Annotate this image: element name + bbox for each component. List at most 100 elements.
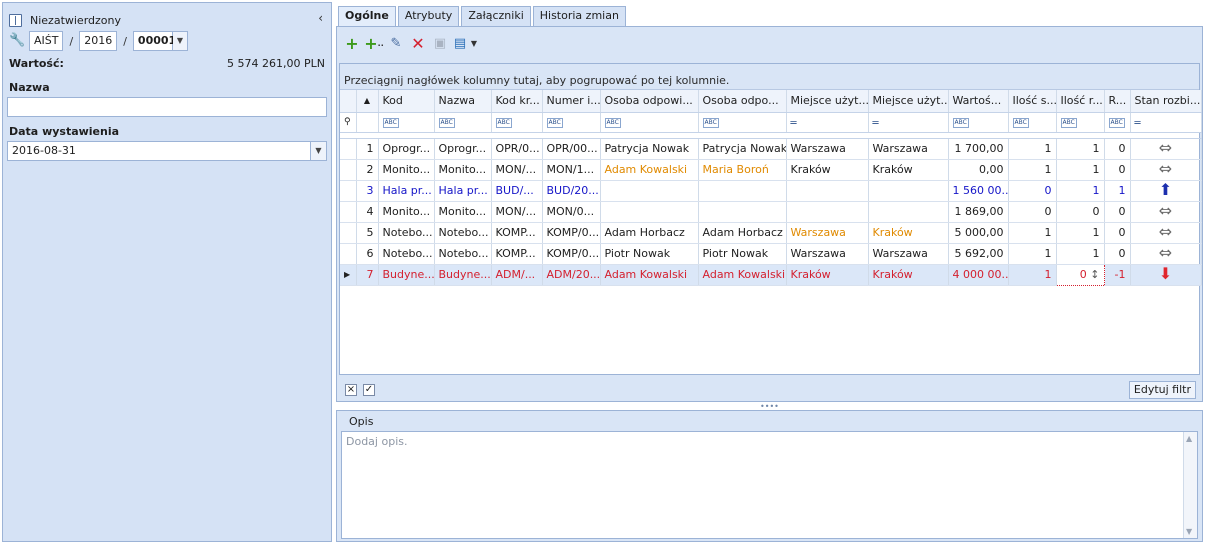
table-cell: ⇔: [1130, 138, 1202, 160]
edit-filter-button[interactable]: Edytuj filtr: [1128, 381, 1196, 399]
table-cell: KOMP/0...: [542, 222, 601, 244]
scroll-down-icon[interactable]: ▼: [1186, 527, 1192, 536]
text-filter-icon: ABC: [546, 117, 563, 128]
tab-general[interactable]: Ogólne: [338, 6, 396, 27]
group-hint: Przeciągnij nagłówek kolumny tutaj, aby …: [340, 64, 1199, 90]
filter-cell[interactable]: ABC: [1056, 112, 1105, 133]
row-indicator: ▶: [340, 264, 357, 286]
status-row: Niezatwierdzony: [9, 11, 121, 29]
filter-cell[interactable]: ABC: [698, 112, 787, 133]
col-osoba1[interactable]: Osoba odpowi...: [600, 90, 699, 113]
table-cell: 4: [356, 201, 379, 223]
add-multiple-icon[interactable]: +..: [363, 33, 385, 53]
filter-cell[interactable]: ABC: [434, 112, 492, 133]
double-arrow-icon: ⇔: [1158, 243, 1173, 262]
doc-number-field[interactable]: 00001: [132, 31, 176, 51]
sort-header[interactable]: ▲: [356, 90, 379, 113]
wrench-icon[interactable]: 🔧: [9, 33, 25, 49]
filter-cell[interactable]: ABC: [1008, 112, 1057, 133]
table-cell: ⇔: [1130, 159, 1202, 181]
clear-filter-icon[interactable]: ×: [345, 384, 357, 396]
table-cell: 1: [1008, 264, 1057, 286]
table-cell: Warszawa: [786, 222, 869, 244]
table-cell: Warszawa: [868, 243, 949, 265]
chevron-down-icon[interactable]: ▼: [172, 31, 188, 51]
col-ilosc-r[interactable]: Ilość r...: [1056, 90, 1105, 113]
filter-cell[interactable]: ABC: [948, 112, 1009, 133]
tab-history[interactable]: Historia zmian: [532, 6, 626, 26]
tab-attributes[interactable]: Atrybuty: [397, 6, 460, 26]
document-icon: [9, 13, 22, 27]
table-cell: Notebo...: [434, 243, 492, 265]
table-cell: Monito...: [434, 201, 492, 223]
delete-icon[interactable]: ✕: [407, 33, 429, 53]
value-label: Wartość:: [9, 57, 64, 70]
table-cell: OPR/0...: [491, 138, 543, 160]
table-cell: 0: [1104, 222, 1131, 244]
filter-cell[interactable]: ═: [1130, 112, 1202, 133]
date-label: Data wystawienia: [9, 125, 120, 138]
col-numer[interactable]: Numer i...: [542, 90, 601, 113]
filter-cell[interactable]: ABC: [491, 112, 543, 133]
name-input[interactable]: [7, 97, 327, 117]
items-table: ▲ Kod Nazwa Kod kr... Numer i... Osoba o…: [340, 90, 1202, 286]
col-stan[interactable]: Stan rozbi...: [1130, 90, 1202, 113]
table-cell: Piotr Nowak: [600, 243, 699, 265]
row-indicator-header: [340, 90, 357, 113]
collapse-panel-button[interactable]: ‹: [318, 11, 323, 25]
table-row[interactable]: ▶ 7 Budyne... Budyne... ADM/... ADM/20... Adam…: [340, 263, 1202, 286]
table-cell: 1: [1056, 138, 1105, 160]
add-icon[interactable]: +: [341, 33, 363, 53]
table-cell: Notebo...: [378, 222, 435, 244]
table-cell: 7: [356, 264, 379, 286]
col-nazwa[interactable]: Nazwa: [434, 90, 492, 113]
table-row[interactable]: 3 Hala pr... Hala pr... BUD/... BUD/20... 1 5…: [340, 180, 1202, 202]
scroll-up-icon[interactable]: ▲: [1186, 434, 1192, 443]
filter-row: ⚲ ABC ABC ABC ABC ABC ABC ═ ═ ABC ABC ABC ABC ═: [340, 112, 1202, 133]
col-wartosc[interactable]: Wartoś...: [948, 90, 1009, 113]
table-row[interactable]: 2 Monito... Monito... MON/... MON/1... Adam K…: [340, 159, 1202, 181]
chevron-down-icon[interactable]: ▼: [310, 142, 326, 160]
col-kod[interactable]: Kod: [378, 90, 435, 113]
table-cell: ⬇: [1130, 264, 1202, 286]
table-cell: Warszawa: [786, 138, 869, 160]
filter-cell[interactable]: ABC: [378, 112, 435, 133]
filter-cell[interactable]: ═: [786, 112, 869, 133]
filter-cell[interactable]: ABC: [600, 112, 699, 133]
date-input[interactable]: 2016-08-31 ▼: [7, 141, 327, 161]
quantity-stepper[interactable]: 0 ↕: [1055, 263, 1105, 286]
table-cell: Notebo...: [378, 243, 435, 265]
spin-icon[interactable]: ↕: [1087, 268, 1099, 281]
table-row[interactable]: 5 Notebo... Notebo... KOMP... KOMP/0... Adam …: [340, 222, 1202, 244]
general-tab-content: + +.. ✎ ✕ ▣ ▤ ▼ Przeciągnij nagłówek kol…: [336, 26, 1203, 402]
row-indicator: [340, 180, 357, 202]
table-row[interactable]: 1 Oprogr... Oprogr... OPR/0... OPR/00... Patr…: [340, 138, 1202, 160]
col-ilosc-s[interactable]: Ilość s...: [1008, 90, 1057, 113]
table-row[interactable]: 6 Notebo... Notebo... KOMP... KOMP/0... Piotr…: [340, 243, 1202, 265]
table-cell: OPR/00...: [542, 138, 601, 160]
col-r[interactable]: R...: [1104, 90, 1131, 113]
doc-year-field[interactable]: 2016: [79, 31, 118, 51]
table-cell: [786, 180, 869, 202]
filter-cell[interactable]: ABC: [1104, 112, 1131, 133]
table-cell: Hala pr...: [378, 180, 435, 202]
edit-icon[interactable]: ✎: [385, 33, 407, 53]
table-row[interactable]: 4 Monito... Monito... MON/... MON/0... 1 869,…: [340, 201, 1202, 223]
double-arrow-icon: ⇔: [1158, 138, 1173, 157]
table-cell: Kraków: [868, 159, 949, 181]
description-textarea[interactable]: Dodaj opis. ▲ ▼: [341, 431, 1198, 539]
filter-enabled-checkbox[interactable]: ✓: [363, 384, 375, 396]
col-miejsce2[interactable]: Miejsce użyt...: [868, 90, 949, 113]
col-kod-kr[interactable]: Kod kr...: [491, 90, 543, 113]
tab-attachments[interactable]: Załączniki: [461, 6, 531, 26]
doc-prefix-field[interactable]: AIŚT: [29, 31, 64, 51]
filter-cell[interactable]: ═: [868, 112, 949, 133]
row-indicator: [340, 138, 357, 160]
col-miejsce1[interactable]: Miejsce użyt...: [786, 90, 869, 113]
col-osoba2[interactable]: Osoba odpo...: [698, 90, 787, 113]
filter-cell[interactable]: ABC: [542, 112, 601, 133]
chevron-down-icon[interactable]: ▼: [469, 33, 479, 53]
export-icon[interactable]: ▤: [451, 33, 469, 53]
text-filter-icon: ABC: [1012, 117, 1029, 128]
scrollbar[interactable]: ▲ ▼: [1183, 432, 1197, 538]
